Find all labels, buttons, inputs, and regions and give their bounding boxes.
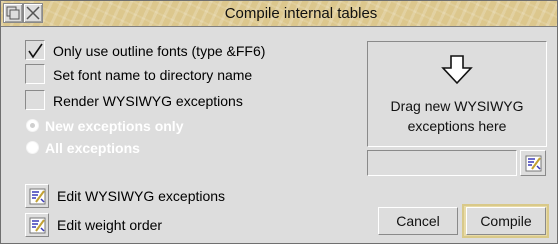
compile-button[interactable]: Compile <box>466 207 546 235</box>
edit-wysiwyg-label: Edit WYSIWYG exceptions <box>57 188 226 204</box>
new-exceptions-label: New exceptions only <box>45 118 184 134</box>
title-bar[interactable]: Compile internal tables <box>1 1 557 27</box>
edit-weight-label: Edit weight order <box>57 217 163 233</box>
edit-icon <box>525 155 542 172</box>
checkmark-icon <box>28 43 43 59</box>
window-title: Compile internal tables <box>224 5 378 22</box>
path-field[interactable] <box>367 150 517 176</box>
down-arrow-icon <box>441 55 473 85</box>
close-icon <box>26 6 40 20</box>
drop-zone[interactable]: Drag new WYSIWYG exceptions here <box>367 41 547 147</box>
all-exceptions-label: All exceptions <box>45 140 140 156</box>
drop-zone-text: Drag new WYSIWYG exceptions here <box>368 96 546 136</box>
drop-zone-line2: exceptions here <box>407 118 507 134</box>
back-button[interactable] <box>3 3 23 23</box>
set-font-name-checkbox[interactable] <box>25 64 45 84</box>
new-exceptions-radio[interactable] <box>26 119 39 132</box>
edit-weight-button[interactable] <box>25 213 49 237</box>
edit-icon <box>29 217 46 234</box>
render-wysiwyg-checkbox[interactable] <box>25 90 45 110</box>
edit-icon <box>29 188 46 205</box>
cancel-button[interactable]: Cancel <box>378 207 458 235</box>
outline-fonts-checkbox[interactable] <box>25 40 45 60</box>
drop-zone-line1: Drag new WYSIWYG <box>390 98 524 114</box>
outline-fonts-label: Only use outline fonts (type &FF6) <box>53 43 266 59</box>
all-exceptions-radio[interactable] <box>26 141 39 154</box>
render-wysiwyg-label: Render WYSIWYG exceptions <box>53 93 243 109</box>
close-button[interactable] <box>23 3 43 23</box>
compile-window: Compile internal tables Only use outline… <box>0 0 558 244</box>
set-font-name-label: Set font name to directory name <box>53 67 253 83</box>
path-menu-button[interactable] <box>520 150 546 176</box>
back-icon <box>6 6 20 20</box>
edit-wysiwyg-button[interactable] <box>25 184 49 208</box>
